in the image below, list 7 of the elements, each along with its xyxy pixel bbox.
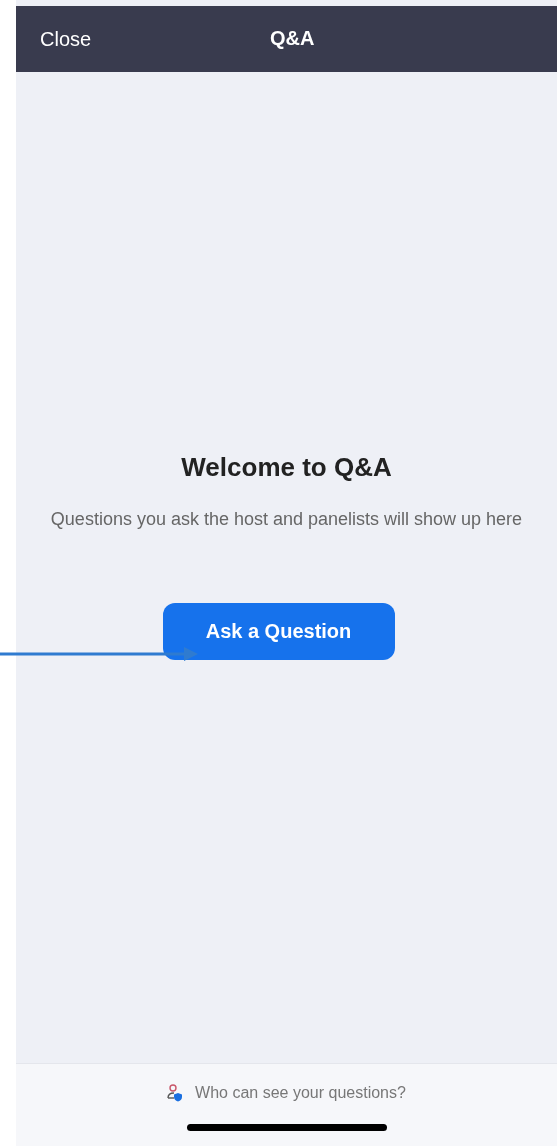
user-shield-icon <box>167 1084 184 1102</box>
who-can-see-link[interactable]: Who can see your questions? <box>195 1084 406 1102</box>
ask-question-button[interactable]: Ask a Question <box>162 603 395 660</box>
screen-title: Q&A <box>270 27 315 50</box>
welcome-heading: Welcome to Q&A <box>181 452 392 483</box>
welcome-message: Questions you ask the host and panelists will show up here <box>49 508 524 531</box>
close-button[interactable]: Close <box>40 27 92 51</box>
